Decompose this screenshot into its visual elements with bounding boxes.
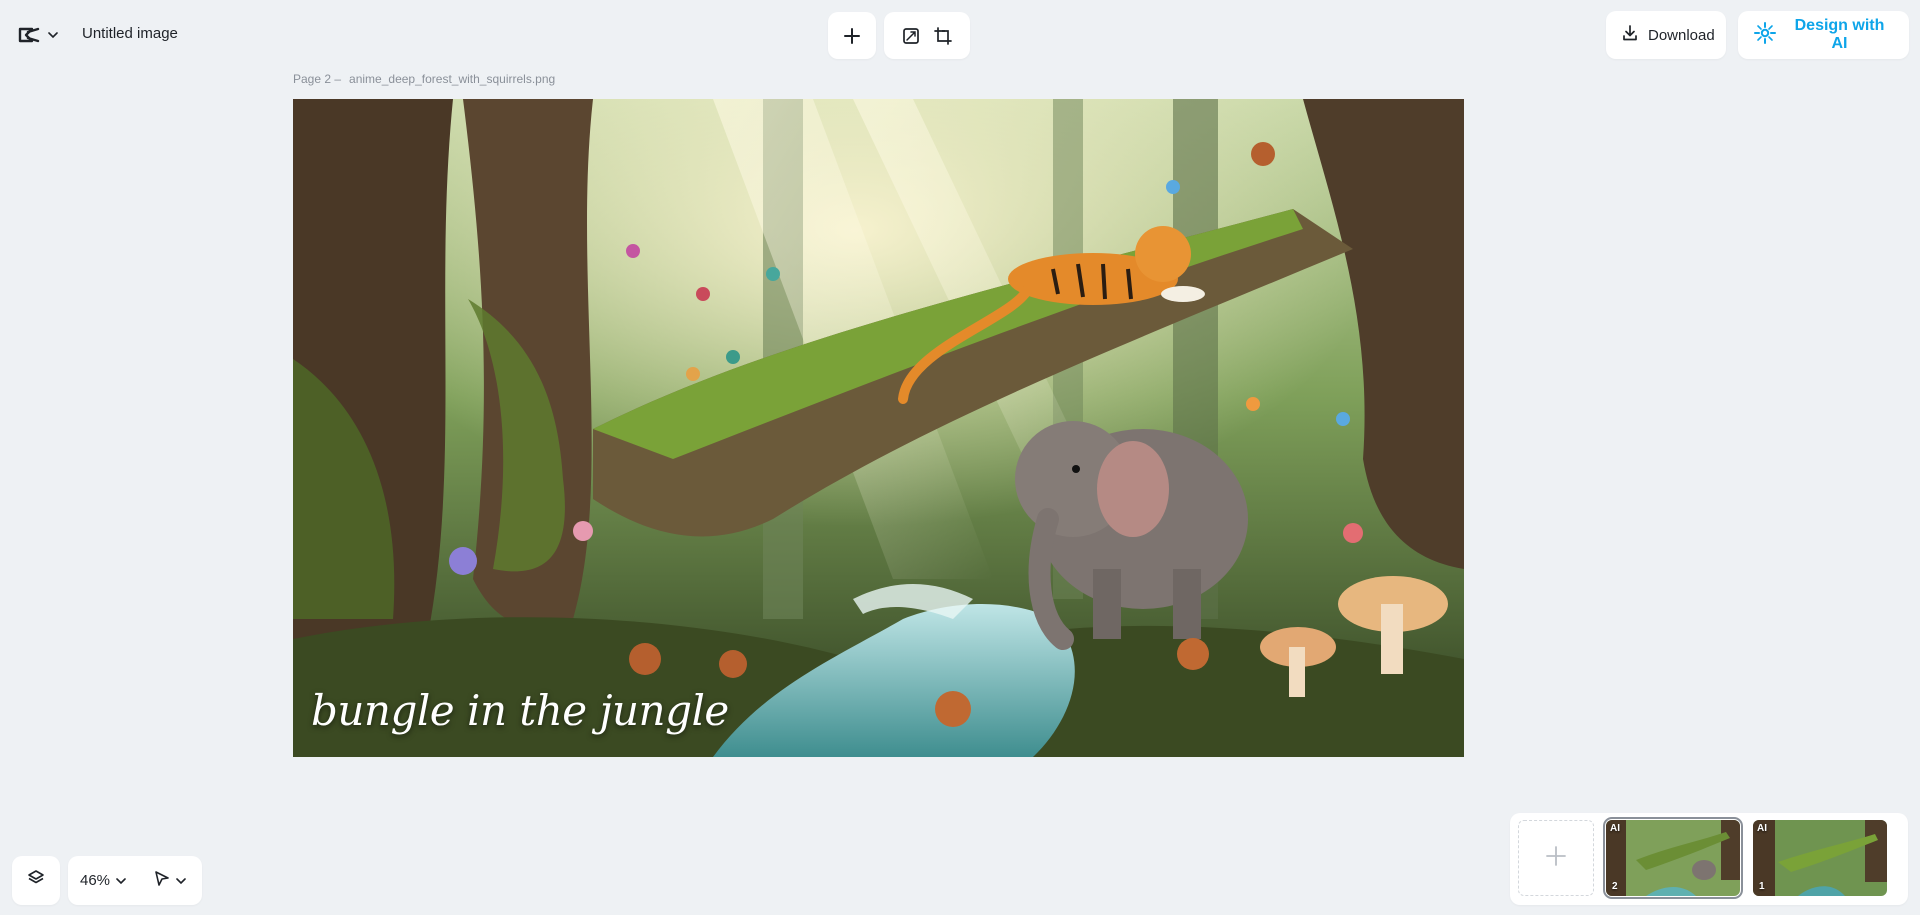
header-actions: Download Design with AI [1606, 11, 1909, 59]
capcut-logo-icon [18, 26, 40, 44]
page-label: Page 2 – anime_deep_forest_with_squirrel… [293, 72, 555, 86]
page-number-label: Page 2 – [293, 72, 342, 86]
zoom-level: 46% [80, 872, 111, 889]
resize-icon[interactable] [902, 27, 920, 45]
ai-badge: AI [1610, 823, 1620, 834]
plus-icon [1545, 845, 1567, 872]
design-with-ai-label: Design with AI [1794, 17, 1885, 52]
add-page-button[interactable] [1518, 820, 1594, 896]
chevron-down-icon [176, 872, 186, 890]
pages-panel: AI 2 AI 1 [1510, 813, 1908, 905]
page-number: 1 [1759, 881, 1765, 892]
chevron-down-icon [48, 31, 58, 39]
layers-button[interactable] [12, 856, 60, 905]
download-button[interactable]: Download [1606, 11, 1726, 59]
layers-icon [27, 869, 45, 892]
pointer-tool-dropdown[interactable] [154, 870, 186, 891]
design-canvas[interactable]: bungle in the jungle [293, 99, 1464, 757]
canvas-tools-group [884, 12, 970, 59]
crop-icon[interactable] [934, 26, 952, 45]
ai-badge: AI [1757, 823, 1767, 834]
design-with-ai-button[interactable]: Design with AI [1738, 11, 1909, 59]
forest-illustration[interactable] [293, 99, 1464, 757]
page-filename: anime_deep_forest_with_squirrels.png [349, 72, 556, 86]
page-thumbnail[interactable]: AI 2 [1603, 817, 1743, 899]
pointer-icon [154, 870, 170, 891]
page-thumbnail[interactable]: AI 1 [1753, 820, 1887, 896]
download-icon [1622, 25, 1638, 45]
add-element-button[interactable] [828, 12, 876, 59]
chevron-down-icon [116, 872, 126, 889]
download-label: Download [1648, 26, 1715, 44]
canvas-toolbar [828, 12, 970, 59]
app-menu-button[interactable] [18, 22, 58, 48]
plus-icon [844, 27, 860, 44]
canvas-overlay-text[interactable]: bungle in the jungle [311, 686, 729, 735]
document-title[interactable]: Untitled image [82, 25, 178, 42]
page-number: 2 [1612, 881, 1618, 892]
ai-sparkle-icon [1754, 21, 1776, 49]
zoom-controls: 46% [68, 856, 202, 905]
zoom-dropdown[interactable]: 46% [80, 872, 126, 889]
